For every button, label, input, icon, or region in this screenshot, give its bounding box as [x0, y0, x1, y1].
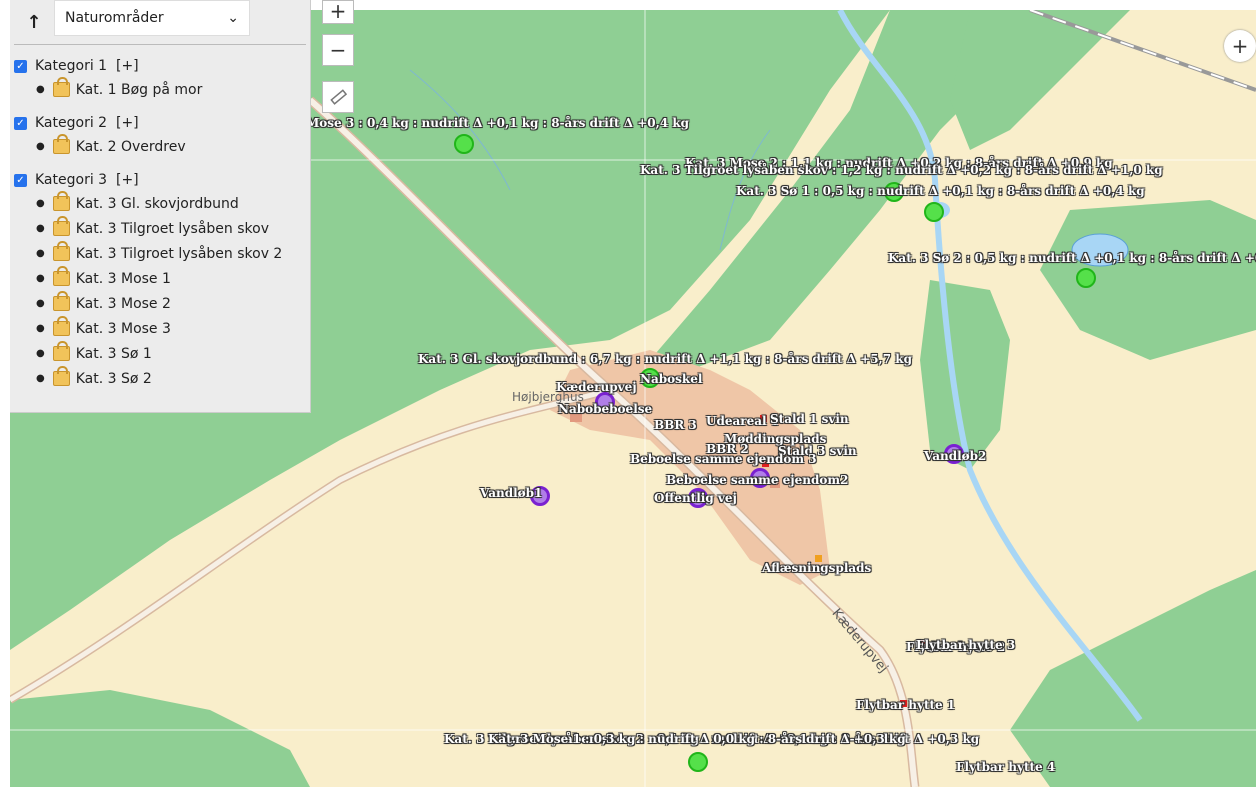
label-flytbar-hytte1: Flytbar hytte 1	[856, 698, 956, 712]
layer-item[interactable]: ● Kat. 2 Overdrev	[36, 134, 310, 159]
layer-item-label: Kat. 3 Sø 1	[75, 345, 152, 362]
category-label: Kategori 3	[35, 172, 108, 188]
category-1[interactable]: ✓ Kategori 1 [+]	[14, 55, 310, 77]
label-aflaesningsplads: Aflæsningsplads	[762, 561, 872, 575]
category-list: ✓ Kategori 1 [+] ● Kat. 1 Bøg på mor ✓ Kate…	[10, 45, 310, 391]
place-name: Højbjerghus	[512, 390, 584, 404]
layer-item[interactable]: ● Kat. 3 Tilgroet lysåben skov	[36, 216, 310, 241]
layer-item[interactable]: ● Kat. 3 Mose 2	[36, 291, 310, 316]
layer-item-label: Kat. 1 Bøg på mor	[75, 81, 203, 98]
zoom-out-button[interactable]: −	[322, 34, 354, 66]
label-beboelse2: Beboelse samme ejendom2	[666, 473, 849, 487]
category-toggle[interactable]: [+]	[116, 58, 139, 74]
zoom-in-button[interactable]: +	[322, 0, 354, 24]
layer-panel: ↑ Naturområder ⌄ ✓ Kategori 1 [+] ● Kat. 1…	[10, 0, 311, 413]
layer-item-label: Kat. 2 Overdrev	[75, 138, 186, 155]
label-flytbar-hytte3: Flytbar hytte 3	[916, 638, 1016, 652]
lock-icon	[52, 291, 70, 311]
panel-header: ↑ Naturområder ⌄	[14, 0, 306, 45]
layer-item-label: Kat. 3 Mose 1	[75, 270, 171, 287]
label-vandlob1: Vandløb1	[480, 486, 543, 500]
layer-item[interactable]: ● Kat. 3 Sø 2	[36, 366, 310, 391]
category-toggle[interactable]: [+]	[116, 115, 139, 131]
label-tilgroet: Kat. 3 Tilgroet lysåben skov : 1,2 kg : …	[640, 163, 1163, 177]
lock-icon	[52, 77, 70, 97]
lock-icon	[52, 191, 70, 211]
category-2[interactable]: ✓ Kategori 2 [+]	[14, 112, 310, 134]
marker-so2[interactable]	[1076, 268, 1096, 288]
lock-icon	[52, 216, 70, 236]
expand-button[interactable]: +	[1224, 30, 1256, 62]
layer-item[interactable]: ● Kat. 3 Mose 1	[36, 266, 310, 291]
chevron-down-icon: ⌄	[227, 10, 239, 26]
label-so1: Kat. 3 Sø 1 : 0,5 kg : nudrift Δ +0,1 kg…	[736, 184, 1145, 198]
label-nabobeboelse: Nabobeboelse	[558, 402, 653, 416]
label-naboskel: Naboskel	[640, 372, 703, 386]
label-flytbar-hytte4: Flytbar hytte 4	[956, 760, 1056, 774]
label-stald1: Stald 1 svin	[770, 412, 849, 426]
label-udeareal1: Udeareal 1	[706, 414, 780, 428]
layer-item-label: Kat. 3 Mose 2	[75, 295, 171, 312]
label-offentlig-vej: Offentlig vej	[654, 491, 737, 505]
lock-icon	[52, 341, 70, 361]
label-bbr3: BBR 3	[654, 418, 697, 432]
category-3[interactable]: ✓ Kategori 3 [+]	[14, 169, 310, 191]
layer-select[interactable]: Naturområder ⌄	[54, 0, 250, 36]
lock-icon	[52, 366, 70, 386]
layer-item-label: Kat. 3 Tilgroet lysåben skov	[75, 220, 269, 237]
layer-item[interactable]: ● Kat. 3 Gl. skovjordbund	[36, 191, 310, 216]
label-gl-skovjordbund: Kat. 3 Gl. skovjordbund : 6,7 kg : nudri…	[418, 352, 912, 366]
label-so2: Kat. 3 Sø 2 : 0,5 kg : nudrift Δ +0,1 kg…	[888, 251, 1256, 265]
layer-item-label: Kat. 3 Mose 3	[75, 320, 171, 337]
layer-item[interactable]: ● Kat. 3 Sø 1	[36, 341, 310, 366]
label-beboelse3: Beboelse samme ejendom 3	[630, 452, 817, 466]
marker-mose3[interactable]	[454, 134, 474, 154]
layer-item[interactable]: ● Kat. 1 Bøg på mor	[36, 77, 310, 102]
layer-item-label: Kat. 3 Gl. skovjordbund	[75, 195, 239, 212]
lock-icon	[52, 316, 70, 336]
lock-icon	[52, 266, 70, 286]
category-label: Kategori 2	[35, 115, 108, 131]
layer-item-label: Kat. 3 Sø 2	[75, 370, 152, 387]
layer-select-value: Naturområder	[65, 10, 164, 26]
label-vandlob2: Vandløb2	[924, 449, 987, 463]
layer-item[interactable]: ● Kat. 3 Tilgroet lysåben skov 2	[36, 241, 310, 266]
up-arrow-icon[interactable]: ↑	[14, 12, 54, 33]
checkbox-icon[interactable]: ✓	[14, 59, 27, 73]
marker-so1[interactable]	[924, 202, 944, 222]
label-mose1: Kat. 3 Mose 1 : 0,3 kg : nudrift Δ 0,0 k…	[488, 732, 906, 746]
layer-item-label: Kat. 3 Tilgroet lysåben skov 2	[75, 245, 283, 262]
category-label: Kategori 1	[35, 58, 108, 74]
lock-icon	[52, 134, 70, 154]
lock-icon	[52, 241, 70, 261]
marker-mose1[interactable]	[688, 752, 708, 772]
checkbox-icon[interactable]: ✓	[14, 116, 27, 130]
category-toggle[interactable]: [+]	[116, 172, 139, 188]
layer-item[interactable]: ● Kat. 3 Mose 3	[36, 316, 310, 341]
label-mose3: Mose 3 : 0,4 kg : nudrift Δ +0,1 kg : 8-…	[306, 116, 690, 130]
checkbox-icon[interactable]: ✓	[14, 173, 27, 187]
ruler-icon[interactable]	[322, 81, 354, 113]
